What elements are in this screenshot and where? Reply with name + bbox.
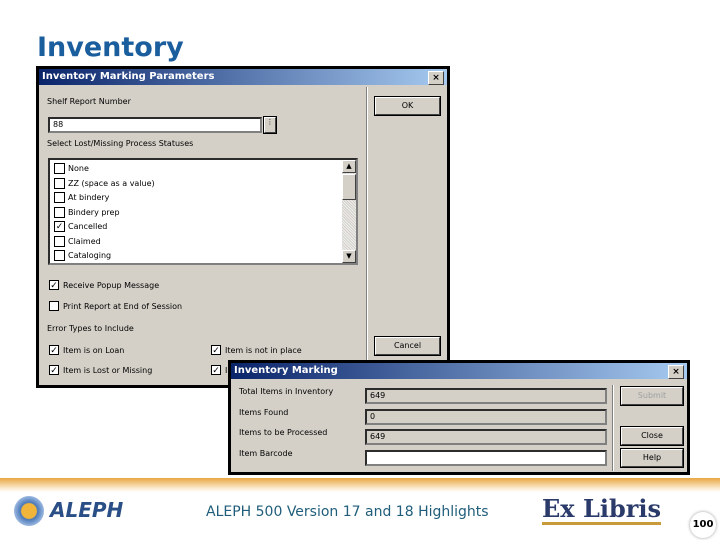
statuses-list[interactable]: ▲ ▼ None ZZ (space as a value) At bindery B… bbox=[48, 158, 358, 265]
inventory-marking-parameters-dialog: Inventory Marking Parameters × Shelf Rep… bbox=[36, 66, 450, 388]
error-type-checkbox[interactable]: ✓ bbox=[49, 365, 59, 376]
footer-text: ALEPH 500 Version 17 and 18 Highlights bbox=[206, 504, 489, 520]
close-button[interactable]: Close bbox=[620, 426, 684, 446]
status-label: Bindery prep bbox=[68, 207, 120, 217]
dialog-title: Inventory Marking Parameters bbox=[42, 71, 215, 82]
status-item[interactable]: Claimed bbox=[54, 235, 101, 247]
popup-checkbox[interactable]: ✓ bbox=[49, 280, 59, 291]
status-checkbox[interactable] bbox=[54, 235, 65, 247]
error-type-checkbox[interactable]: ✓ bbox=[211, 345, 221, 356]
status-checkbox[interactable]: ✓ bbox=[54, 221, 65, 232]
status-item[interactable]: Bindery prep bbox=[54, 206, 120, 218]
field-label: Items Found bbox=[239, 407, 289, 417]
footer-bar bbox=[0, 478, 720, 492]
field-value: 649 bbox=[365, 429, 607, 445]
inventory-marking-dialog: Inventory Marking × Total Items in Inven… bbox=[228, 360, 690, 475]
browse-button[interactable]: ⋮ bbox=[263, 116, 277, 134]
error-types-label: Error Types to Include bbox=[47, 324, 134, 333]
error-type-label: Item is on Loan bbox=[63, 346, 125, 355]
error-type-label: I bbox=[225, 366, 228, 375]
slide-title: Inventory bbox=[37, 32, 184, 63]
status-label: At bindery bbox=[68, 193, 110, 202]
aleph-logo-icon bbox=[14, 496, 44, 526]
field-label: Items to be Processed bbox=[239, 428, 328, 437]
help-button[interactable]: Help bbox=[620, 448, 684, 468]
page-number: 100 bbox=[690, 512, 716, 538]
error-type-label: Item is Lost or Missing bbox=[63, 366, 153, 375]
status-item[interactable]: ZZ (space as a value) bbox=[54, 177, 155, 189]
field-label: Item Barcode bbox=[239, 448, 293, 458]
field-value: 649 bbox=[365, 388, 607, 404]
status-item[interactable]: None bbox=[54, 163, 89, 174]
scroll-up-icon[interactable]: ▲ bbox=[342, 160, 356, 173]
status-label: Cancelled bbox=[68, 222, 108, 231]
error-type-label: Item is not in place bbox=[225, 346, 302, 355]
dialog-titlebar: Inventory Marking × bbox=[231, 363, 687, 379]
close-icon[interactable]: × bbox=[668, 365, 684, 379]
status-item[interactable]: At bindery bbox=[54, 192, 109, 203]
status-checkbox[interactable] bbox=[54, 163, 65, 174]
status-checkbox[interactable] bbox=[54, 206, 65, 218]
print-report-label: Print Report at End of Session bbox=[63, 302, 183, 311]
status-label: Cataloging bbox=[68, 251, 112, 260]
error-type-checkbox[interactable]: ✓ bbox=[211, 365, 221, 376]
status-label: None bbox=[68, 164, 89, 173]
status-item[interactable]: Cataloging bbox=[54, 250, 111, 261]
divider bbox=[612, 385, 614, 471]
error-type-checkbox[interactable]: ✓ bbox=[49, 345, 59, 356]
dialog-titlebar: Inventory Marking Parameters × bbox=[39, 69, 447, 85]
submit-button[interactable]: Submit bbox=[620, 386, 684, 406]
shelf-report-input[interactable]: 88 bbox=[48, 117, 262, 133]
shelf-report-label: Shelf Report Number bbox=[47, 97, 131, 106]
scroll-thumb[interactable] bbox=[342, 174, 356, 200]
status-checkbox[interactable] bbox=[54, 177, 65, 189]
status-label: Claimed bbox=[68, 236, 101, 246]
statuses-label: Select Lost/Missing Process Statuses bbox=[47, 139, 194, 148]
field-label: Total Items in Inventory bbox=[239, 387, 334, 396]
ok-button[interactable]: OK bbox=[374, 96, 441, 116]
item-barcode-input[interactable] bbox=[365, 449, 607, 466]
status-checkbox[interactable] bbox=[54, 192, 65, 203]
dialog-title: Inventory Marking bbox=[234, 365, 338, 376]
status-checkbox[interactable] bbox=[54, 250, 65, 261]
ex-libris-logo: Ex Libris bbox=[542, 494, 662, 525]
divider bbox=[366, 87, 368, 385]
close-icon[interactable]: × bbox=[428, 71, 444, 85]
aleph-logo: ALEPH bbox=[50, 498, 124, 522]
scroll-down-icon[interactable]: ▼ bbox=[342, 250, 356, 263]
scrollbar[interactable]: ▲ ▼ bbox=[342, 160, 356, 263]
cancel-button[interactable]: Cancel bbox=[374, 336, 441, 356]
field-value: 0 bbox=[365, 408, 607, 425]
print-report-checkbox[interactable] bbox=[49, 301, 59, 311]
status-label: ZZ (space as a value) bbox=[68, 178, 155, 188]
status-item[interactable]: ✓ Cancelled bbox=[54, 221, 107, 232]
popup-label: Receive Popup Message bbox=[63, 281, 160, 290]
